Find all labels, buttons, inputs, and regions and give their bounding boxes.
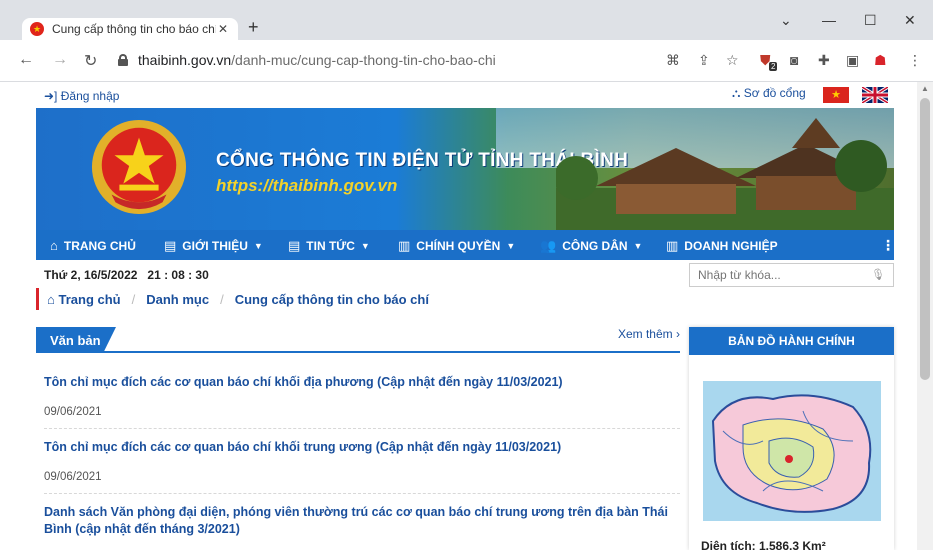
news-item: Tôn chỉ mục đích các cơ quan báo chí khố… [44, 439, 674, 483]
chevron-right-icon: › [676, 327, 680, 341]
share-icon[interactable]: ⇪ [698, 52, 710, 69]
minimize-icon[interactable]: — [822, 12, 836, 28]
chevron-down-icon: ▼ [360, 241, 370, 251]
news-title-link[interactable]: Tôn chỉ mục đích các cơ quan báo chí khố… [44, 440, 561, 454]
nav-trang-chu[interactable]: ⌂ TRANG CHỦ [50, 238, 136, 253]
see-more-link[interactable]: Xem thêm › [618, 327, 680, 341]
sitemap-link[interactable]: ⛬ Sơ đồ cổng [732, 86, 806, 101]
vietnam-flag-icon[interactable]: ★ [823, 87, 849, 103]
news-divider [44, 428, 680, 429]
nav-gioi-thieu[interactable]: ▤ GIỚI THIỆU ▼ [164, 238, 263, 254]
url-path: /danh-muc/cung-cap-thong-tin-cho-bao-chi [231, 52, 496, 68]
microphone-icon[interactable]: 🎙 [871, 268, 885, 281]
sitemap-icon: ⛬ [732, 86, 741, 100]
site-banner[interactable]: CỔNG THÔNG TIN ĐIỆN TỬ TỈNH THÁI BÌNH ht… [36, 108, 894, 230]
nav-cong-dan[interactable]: 👥 CÔNG DÂN ▼ [540, 238, 642, 254]
chevron-down-icon: ▼ [506, 241, 516, 251]
tab-search-icon[interactable]: ⌄ [780, 12, 792, 29]
document-icon: ▤ [288, 238, 301, 253]
browser-tab-bar: ★ Cung cấp thông tin cho báo chí ✕ + ⌄ —… [0, 0, 933, 40]
building-icon: ▥ [666, 238, 679, 253]
breadcrumb: ⌂ Trang chủ / Danh mục / Cung cấp thông … [36, 288, 429, 310]
tab-close-icon[interactable]: ✕ [216, 22, 230, 36]
people-icon: 👥 [540, 238, 557, 253]
main-navigation: ⌂ TRANG CHỦ ▤ GIỚI THIỆU ▼ ▤ TIN TỨC ▼ ▥ CHÍNH… [36, 230, 895, 260]
building-icon: ▥ [398, 238, 411, 253]
sitemap-label: Sơ đồ cổng [743, 86, 806, 100]
breadcrumb-category[interactable]: Danh mục [146, 292, 209, 307]
forward-icon[interactable]: → [52, 51, 68, 69]
national-emblem-icon [91, 119, 187, 215]
current-datetime: Thứ 2, 16/5/2022 21 : 08 : 30 [44, 268, 209, 282]
news-date: 09/06/2021 [44, 471, 102, 483]
url-field[interactable]: thaibinh.gov.vn/danh-muc/cung-cap-thong-… [138, 52, 496, 68]
news-divider [44, 493, 680, 494]
news-item: Danh sách Văn phòng đại diện, phóng viên… [44, 504, 674, 538]
tab-title: Cung cấp thông tin cho báo chí [52, 22, 216, 36]
login-icon: ➜] [44, 89, 58, 103]
address-bar: ← → ↻ thaibinh.gov.vn/danh-muc/cung-cap-… [0, 40, 933, 82]
nav-chinh-quyen[interactable]: ▥ CHÍNH QUYỀN ▼ [398, 238, 515, 254]
admin-map-panel: BẢN ĐỒ HÀNH CHÍNH Diện tích: 1.586,3 Km² [689, 327, 894, 550]
browser-tab[interactable]: ★ Cung cấp thông tin cho báo chí ✕ [22, 18, 238, 40]
breadcrumb-home[interactable]: ⌂ Trang chủ [47, 292, 121, 307]
news-item: Tôn chỉ mục đích các cơ quan báo chí khố… [44, 374, 674, 418]
news-date: 09/06/2021 [44, 406, 102, 418]
close-window-icon[interactable]: ✕ [904, 12, 916, 29]
breadcrumb-separator: / [131, 291, 136, 307]
nav-tin-tuc[interactable]: ▤ TIN TỨC ▼ [288, 238, 370, 254]
temple-scene-image [556, 118, 894, 230]
back-icon[interactable]: ← [18, 51, 34, 69]
lock-icon[interactable] [118, 54, 128, 66]
scroll-thumb[interactable] [920, 98, 930, 380]
home-icon: ⌂ [47, 291, 55, 307]
province-map-image[interactable] [703, 381, 881, 521]
section-title: Văn bản [36, 327, 116, 353]
site-favicon-icon: ★ [30, 22, 44, 36]
reload-icon[interactable]: ↻ [84, 51, 97, 71]
nav-more-icon[interactable]: ⋮ [881, 237, 895, 254]
search-input[interactable] [690, 264, 870, 286]
new-tab-button[interactable]: + [248, 17, 259, 38]
search-box[interactable]: 🎙 [689, 263, 894, 287]
camera-icon[interactable]: ◙ [790, 52, 798, 68]
breadcrumb-current[interactable]: Cung cấp thông tin cho báo chí [235, 292, 429, 307]
news-title-link[interactable]: Tôn chỉ mục đích các cơ quan báo chí khố… [44, 375, 563, 389]
chevron-down-icon: ▼ [633, 241, 643, 251]
map-panel-title: BẢN ĐỒ HÀNH CHÍNH [689, 327, 894, 355]
document-icon: ▤ [164, 238, 177, 253]
extensions-puzzle-icon[interactable]: ✚ [818, 52, 830, 69]
bank-icon: ⌂ [50, 238, 58, 253]
breadcrumb-separator: / [220, 291, 224, 307]
top-utility-strip: ➜] Đăng nhập ⛬ Sơ đồ cổng ★ [0, 82, 917, 106]
login-link[interactable]: ➜] Đăng nhập [44, 89, 119, 103]
page-scrollbar[interactable]: ▲ [917, 82, 933, 550]
profile-avatar-icon[interactable]: ☗ [874, 52, 887, 69]
url-domain: thaibinh.gov.vn [138, 52, 232, 68]
chevron-down-icon: ▼ [253, 241, 263, 251]
bookmark-star-icon[interactable]: ☆ [726, 52, 739, 69]
maximize-icon[interactable]: ☐ [864, 12, 877, 29]
uk-flag-icon[interactable] [862, 87, 888, 103]
banner-url: https://thaibinh.gov.vn [216, 176, 398, 195]
nav-doanh-nghiep[interactable]: ▥ DOANH NGHIỆP [666, 238, 778, 254]
extension-badge: 2 [769, 62, 778, 71]
news-title-link[interactable]: Danh sách Văn phòng đại diện, phóng viên… [44, 505, 668, 536]
browser-menu-icon[interactable]: ⋮ [908, 52, 922, 69]
login-label: Đăng nhập [60, 89, 120, 103]
translate-icon[interactable]: ⌘ [666, 52, 680, 69]
scroll-up-icon[interactable]: ▲ [921, 84, 929, 93]
sidepanel-icon[interactable]: ▣ [846, 52, 859, 69]
section-header: Văn bản Xem thêm › [36, 327, 680, 353]
area-stat: Diện tích: 1.586,3 Km² [701, 539, 826, 550]
